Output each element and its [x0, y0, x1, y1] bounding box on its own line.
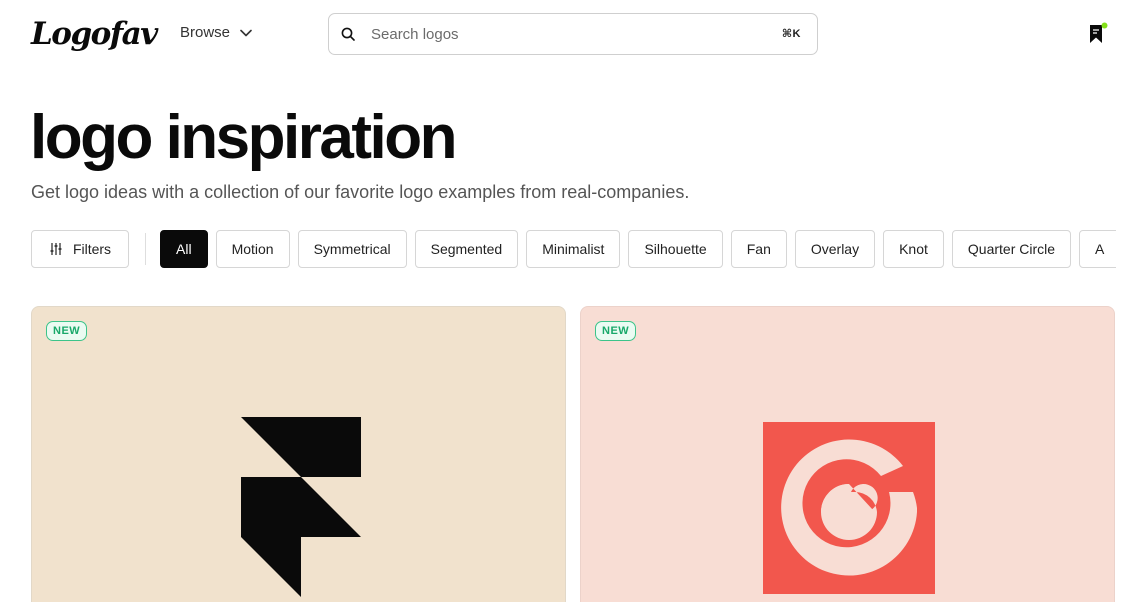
brand-logo[interactable]: Logofav: [31, 14, 158, 54]
search-input[interactable]: [371, 22, 751, 46]
browse-menu-button[interactable]: Browse: [180, 24, 252, 41]
chevron-down-icon: [240, 29, 252, 36]
framer-logo: [241, 417, 361, 597]
browse-label: Browse: [180, 24, 231, 41]
page-subtitle: Get logo ideas with a collection of our …: [31, 182, 690, 202]
filter-chip-knot[interactable]: Knot: [883, 230, 944, 268]
search-icon: [341, 27, 355, 41]
g-spiral-logo: [763, 422, 935, 594]
filters-button[interactable]: Filters: [31, 230, 129, 268]
filter-chip-fan[interactable]: Fan: [730, 230, 787, 268]
filter-chip-motion[interactable]: Motion: [215, 230, 290, 268]
filter-chip-segmented[interactable]: Segmented: [414, 230, 519, 268]
filter-chip-a[interactable]: A: [1079, 230, 1116, 268]
filter-divider: [145, 233, 146, 265]
search-shortcut-hint: ⌘K: [781, 28, 801, 40]
filters-label: Filters: [72, 241, 112, 257]
search-bar[interactable]: ⌘K: [328, 13, 818, 55]
page-title: logo inspiration: [30, 103, 457, 172]
filter-chip-silhouette[interactable]: Silhouette: [628, 230, 723, 268]
site-header: Logofav Browse ⌘K: [0, 0, 1146, 70]
filter-chip-all[interactable]: All: [160, 230, 208, 268]
filter-chip-minimalist[interactable]: Minimalist: [526, 230, 621, 268]
new-badge: NEW: [46, 321, 88, 341]
filter-chip-overlay[interactable]: Overlay: [794, 230, 876, 268]
filter-chip-quarter-circle[interactable]: Quarter Circle: [951, 230, 1072, 268]
logo-card-g-spiral[interactable]: NEW: [580, 306, 1115, 602]
filter-chip-symmetrical[interactable]: Symmetrical: [297, 230, 407, 268]
category-chip-list: All Motion Symmetrical Segmented Minimalist S…: [160, 230, 1116, 268]
sliders-icon: [50, 243, 62, 255]
filter-bar: Filters All Motion Symmetrical Segmented Min…: [0, 230, 1116, 268]
notification-dot: [1101, 22, 1108, 29]
new-badge: NEW: [595, 321, 637, 341]
logo-card-framer[interactable]: NEW: [31, 306, 566, 602]
bookmark-icon[interactable]: [1088, 22, 1110, 46]
